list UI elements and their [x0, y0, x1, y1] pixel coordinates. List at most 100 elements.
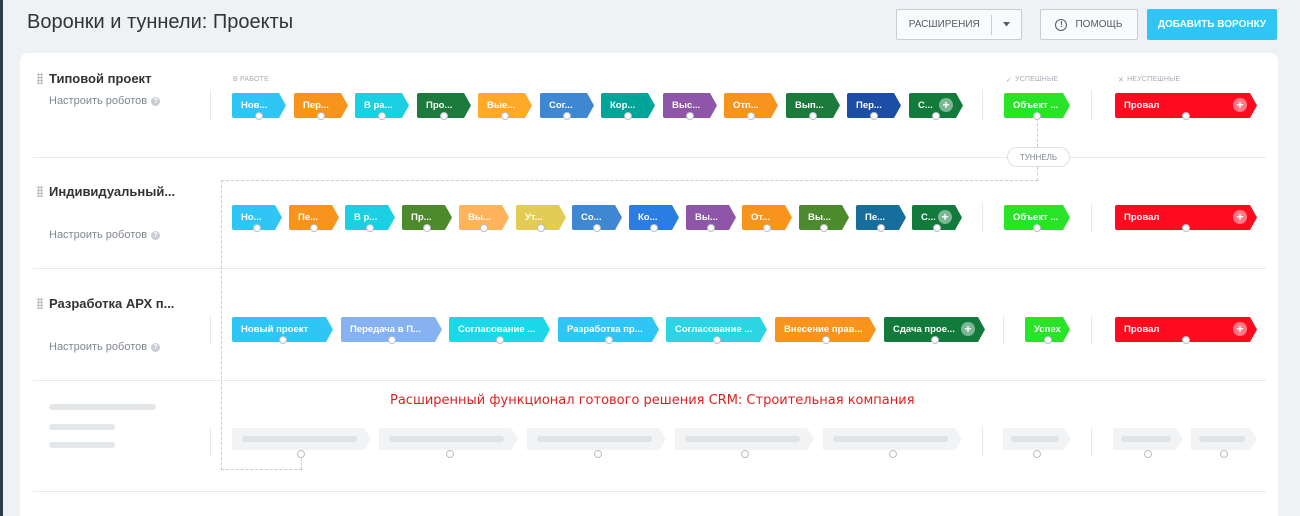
stage-connector-dot[interactable]	[593, 224, 601, 232]
stage-connector-dot[interactable]	[1182, 224, 1190, 232]
tunnel-badge[interactable]: ТУННЕЛЬ	[1007, 147, 1070, 167]
stage-connector-dot[interactable]	[310, 224, 318, 232]
row-divider	[33, 268, 1266, 269]
stage-connector-dot[interactable]	[747, 112, 755, 120]
stage-connector-dot[interactable]	[1182, 112, 1190, 120]
add-stage-icon[interactable]: +	[1233, 210, 1247, 224]
stage-connector-dot[interactable]	[495, 336, 504, 344]
setup-robots-link[interactable]: Настроить роботов?	[49, 95, 161, 107]
placeholder-stage	[1113, 428, 1183, 450]
stage-connector-dot[interactable]	[1033, 112, 1041, 120]
stage-label: Провал	[1124, 324, 1160, 335]
stage-connector-dot[interactable]	[480, 224, 488, 232]
stage-connector-dot[interactable]	[624, 112, 632, 120]
add-stage-icon[interactable]: +	[939, 98, 953, 112]
add-stage-icon[interactable]: +	[938, 210, 952, 224]
stage-connector-dot[interactable]	[712, 336, 721, 344]
stage-connector-dot[interactable]	[877, 224, 885, 232]
stage-connector-dot[interactable]	[650, 224, 658, 232]
setup-robots-link[interactable]: Настроить роботов?	[49, 341, 161, 353]
tunnel-line	[221, 180, 222, 470]
add-funnel-button[interactable]: ДОБАВИТЬ ВОРОНКУ	[1147, 9, 1277, 40]
tunnel-line	[301, 458, 302, 470]
stage-label: Кор...	[610, 100, 636, 111]
add-stage-icon[interactable]: +	[1233, 98, 1247, 112]
column-divider	[1091, 315, 1092, 345]
stage-connector-dot[interactable]	[440, 112, 448, 120]
placeholder-line	[49, 404, 156, 410]
stage-label: Новый проект	[241, 324, 309, 335]
left-window-border	[0, 0, 3, 516]
column-in-work-label: В РАБОТЕ	[233, 76, 269, 83]
chevron-down-icon[interactable]	[992, 22, 1021, 27]
help-button[interactable]: ! ПОМОЩЬ	[1040, 9, 1138, 40]
stage-connector-dot[interactable]	[1182, 336, 1190, 344]
funnel-name[interactable]: Разработка АРХ п...	[49, 296, 174, 311]
stage-connector-dot[interactable]	[930, 336, 939, 344]
stage-label: Ко...	[638, 212, 658, 223]
funnel-name[interactable]: Типовой проект	[49, 71, 151, 86]
stage-label: Про...	[426, 100, 453, 111]
stage-connector-dot[interactable]	[378, 112, 386, 120]
stage-connector-dot[interactable]	[933, 224, 941, 232]
stage-label: Пер...	[856, 100, 882, 111]
drag-handle-icon[interactable]	[37, 298, 43, 309]
stage-label: Выс...	[672, 100, 701, 111]
help-icon[interactable]: ?	[151, 230, 161, 240]
column-failure-text: НЕУСПЕШНЫЕ	[1127, 76, 1181, 83]
stage-label: Пе...	[865, 212, 886, 223]
placeholder-line	[49, 424, 115, 430]
stage-connector-dot[interactable]	[604, 336, 613, 344]
stage-connector-dot[interactable]	[820, 224, 828, 232]
stage-label: Вы...	[808, 212, 831, 223]
stage-connector-dot[interactable]	[563, 112, 571, 120]
tunnel-line	[1037, 118, 1038, 147]
stage-connector-dot[interactable]	[686, 112, 694, 120]
stage-label: Пер...	[303, 100, 329, 111]
stage-connector-dot[interactable]	[809, 112, 817, 120]
stage-label: В р...	[354, 212, 378, 223]
placeholder-stage	[232, 428, 371, 450]
column-divider	[1091, 90, 1092, 120]
drag-handle-icon[interactable]	[37, 186, 43, 197]
stage-connector-dot[interactable]	[707, 224, 715, 232]
stage-connector-dot[interactable]	[253, 224, 261, 232]
tunnel-line	[221, 469, 302, 470]
add-stage-icon[interactable]: +	[1233, 322, 1247, 336]
stage-connector-dot[interactable]	[387, 336, 396, 344]
stage-label: Провал	[1124, 100, 1160, 111]
stage-connector-dot[interactable]	[870, 112, 878, 120]
stage-connector-dot[interactable]	[932, 112, 940, 120]
stage-label: Сдача прое...	[893, 324, 955, 335]
setup-robots-label: Настроить роботов	[49, 341, 148, 353]
stage-connector-dot[interactable]	[1033, 224, 1041, 232]
stage-connector-dot[interactable]	[317, 112, 325, 120]
column-failure-label: ✕ НЕУСПЕШНЫЕ	[1118, 76, 1180, 84]
extensions-button[interactable]: РАСШИРЕНИЯ	[896, 9, 1022, 40]
column-success-label: ✓ УСПЕШНЫЕ	[1006, 76, 1058, 84]
placeholder-stage	[379, 428, 518, 450]
stage-connector-dot[interactable]	[366, 224, 374, 232]
setup-robots-label: Настроить роботов	[49, 95, 148, 107]
add-stage-icon[interactable]: +	[961, 322, 975, 336]
row-divider	[33, 380, 1266, 381]
column-divider	[1003, 315, 1004, 345]
stage-connector-dot[interactable]	[763, 224, 771, 232]
stage-connector-dot[interactable]	[501, 112, 509, 120]
stage-connector-dot[interactable]	[821, 336, 830, 344]
drag-handle-icon[interactable]	[37, 73, 43, 84]
stage-connector-dot[interactable]	[537, 224, 545, 232]
stage-connector-dot[interactable]	[423, 224, 431, 232]
help-icon[interactable]: ?	[151, 96, 161, 106]
setup-robots-label: Настроить роботов	[49, 229, 148, 241]
stage-label: Сог...	[549, 100, 573, 111]
stage-connector-dot[interactable]	[255, 112, 263, 120]
stage-connector-dot[interactable]	[1043, 336, 1052, 344]
stage-label: Внесение прав...	[784, 324, 863, 335]
stage-label: С...	[918, 100, 933, 111]
help-icon[interactable]: ?	[151, 342, 161, 352]
column-divider	[210, 427, 211, 457]
stage-connector-dot[interactable]	[278, 336, 287, 344]
setup-robots-link[interactable]: Настроить роботов?	[49, 229, 161, 241]
funnel-name[interactable]: Индивидуальный...	[49, 184, 175, 199]
